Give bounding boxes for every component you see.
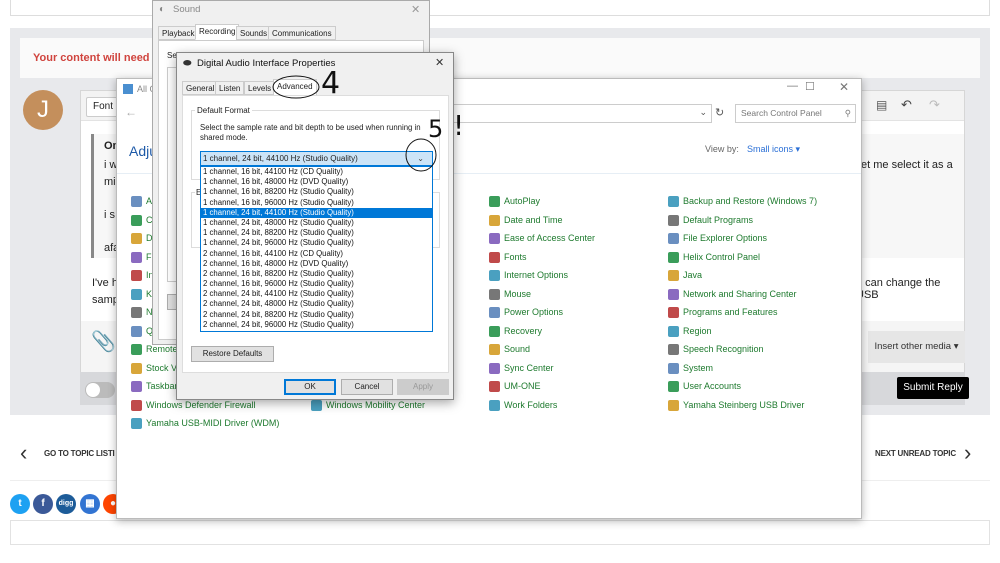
annotation-step-5: 5 bbox=[428, 115, 443, 143]
annotation-layer: 4 5 ! bbox=[272, 66, 464, 172]
annotation-exclaim: ! bbox=[453, 109, 464, 142]
annotation-circle-advanced bbox=[272, 75, 320, 99]
annotation-circle-chevron bbox=[405, 138, 437, 172]
annotation-step-4: 4 bbox=[321, 66, 340, 101]
